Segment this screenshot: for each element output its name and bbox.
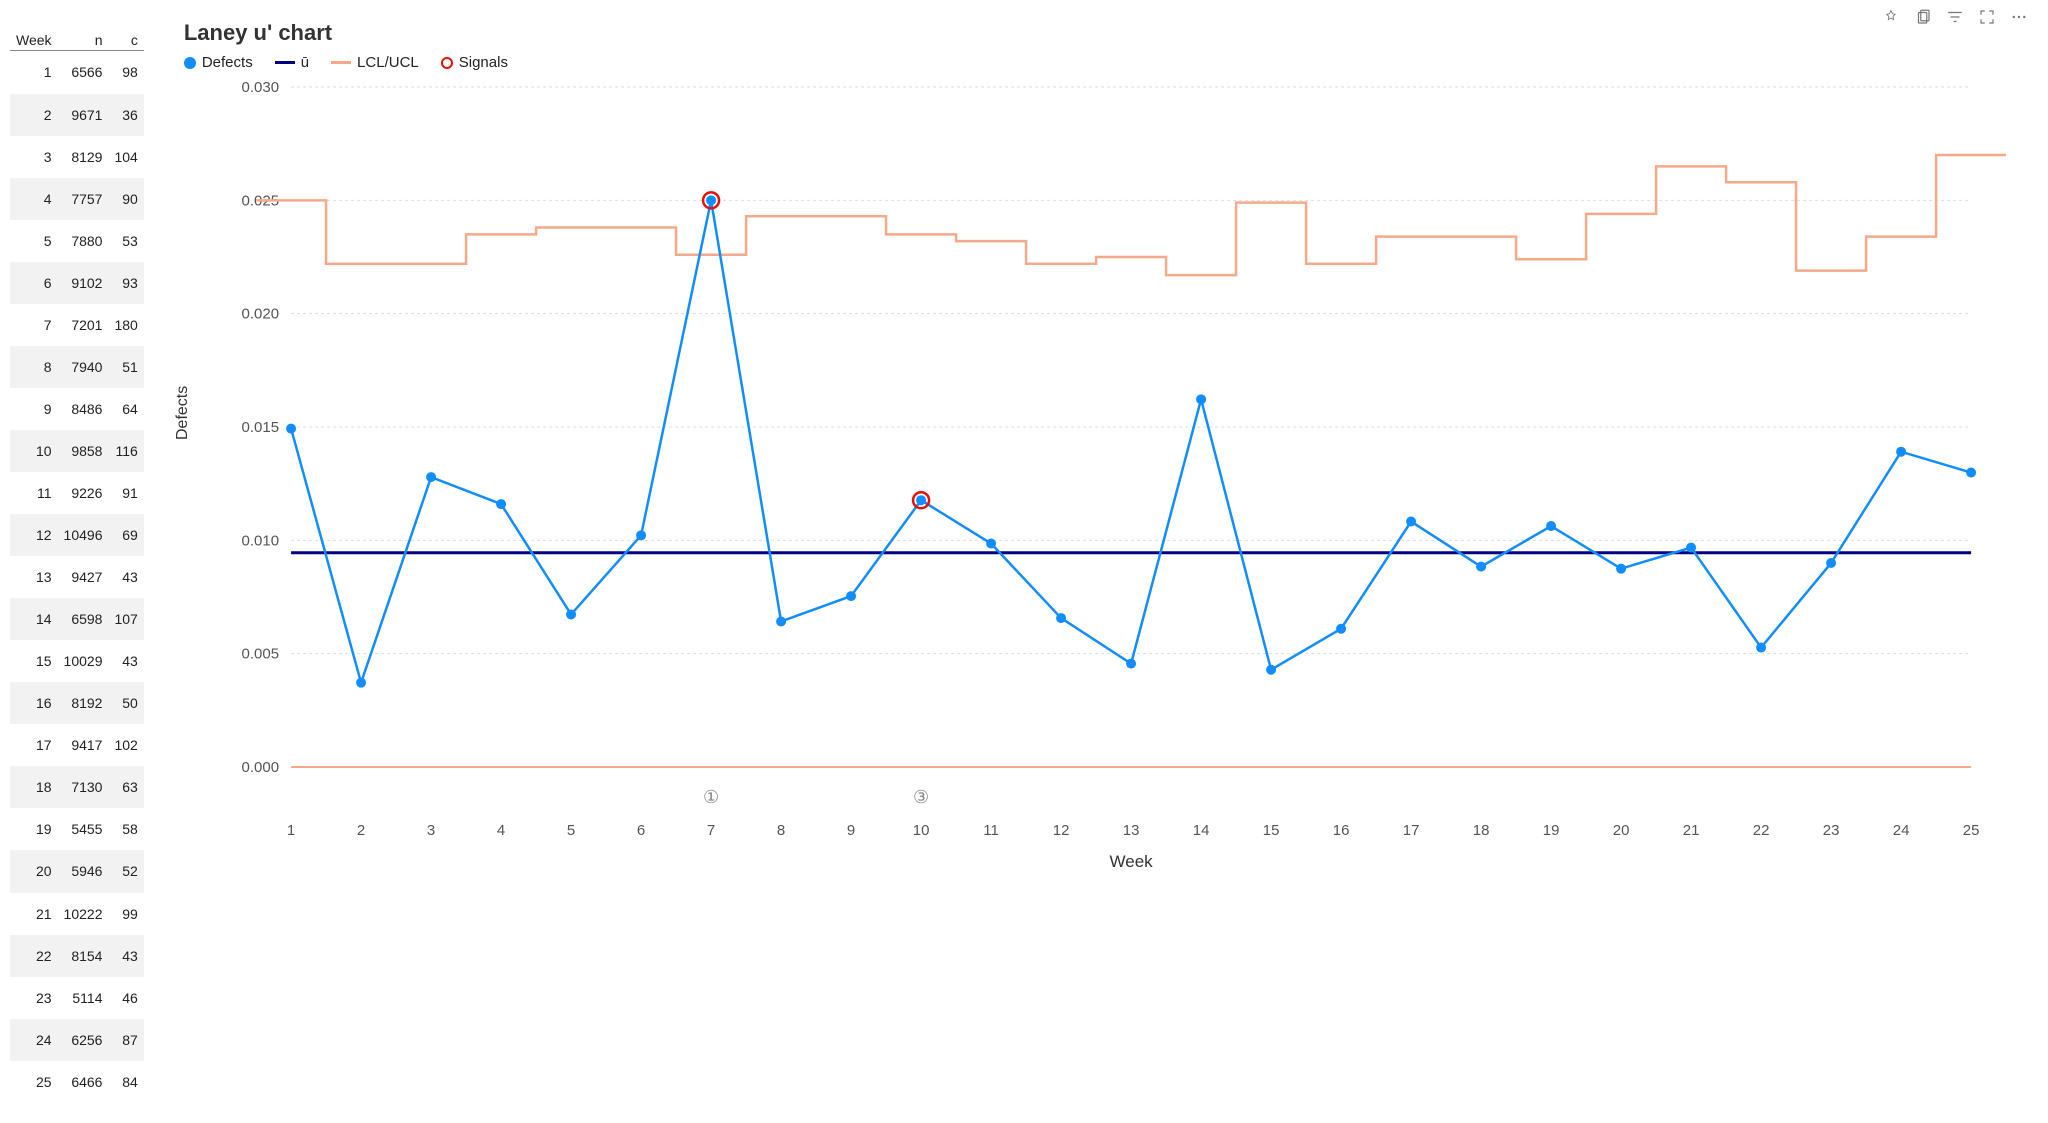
table-row[interactable]: 16819250 (10, 682, 144, 724)
x-tick: 14 (1193, 822, 1210, 839)
defects-point[interactable] (916, 495, 926, 505)
y-tick: 0.010 (241, 532, 279, 549)
table-row[interactable]: 5788053 (10, 220, 144, 262)
col-n[interactable]: n (58, 30, 109, 51)
y-tick: 0.000 (241, 759, 279, 776)
y-axis-label: Defects (174, 386, 192, 440)
defects-line (291, 200, 1971, 682)
x-tick: 5 (567, 822, 575, 839)
x-tick: 22 (1753, 822, 1770, 839)
defects-point[interactable] (286, 424, 296, 434)
table-row[interactable]: 11922691 (10, 472, 144, 514)
rule-badge: ① (703, 787, 719, 807)
defects-point[interactable] (1056, 613, 1066, 623)
table-row[interactable]: 8794051 (10, 346, 144, 388)
x-tick: 7 (707, 822, 715, 839)
x-tick: 13 (1123, 822, 1140, 839)
defects-point[interactable] (356, 678, 366, 688)
x-tick: 17 (1403, 822, 1420, 839)
chart-title: Laney u' chart (184, 20, 2018, 46)
table-row[interactable]: 109858116 (10, 430, 144, 472)
table-row[interactable]: 179417102 (10, 724, 144, 766)
x-tick: 6 (637, 822, 645, 839)
table-row[interactable]: 211022299 (10, 893, 144, 935)
defects-point[interactable] (1196, 394, 1206, 404)
x-tick: 18 (1473, 822, 1490, 839)
defects-point[interactable] (1686, 543, 1696, 553)
y-tick: 0.005 (241, 646, 279, 663)
table-row[interactable]: 146598107 (10, 598, 144, 640)
defects-point[interactable] (1546, 521, 1556, 531)
table-row[interactable]: 6910293 (10, 262, 144, 304)
legend-lclucl[interactable]: LCL/UCL (331, 54, 419, 71)
x-tick: 20 (1613, 822, 1630, 839)
defects-point[interactable] (1336, 624, 1346, 634)
defects-point[interactable] (496, 499, 506, 509)
table-row[interactable]: 38129104 (10, 136, 144, 178)
x-tick: 1 (287, 822, 295, 839)
table-row[interactable]: 18713063 (10, 766, 144, 808)
table-row[interactable]: 121049669 (10, 514, 144, 556)
x-tick: 25 (1963, 822, 1980, 839)
y-tick: 0.020 (241, 306, 279, 323)
ucl-step (256, 155, 2006, 275)
legend-signals[interactable]: Signals (441, 54, 508, 71)
defects-point[interactable] (1476, 562, 1486, 572)
table-row[interactable]: 9848664 (10, 388, 144, 430)
x-tick: 2 (357, 822, 365, 839)
x-tick: 10 (913, 822, 930, 839)
legend-defects[interactable]: Defects (184, 54, 253, 71)
table-row[interactable]: 77201180 (10, 304, 144, 346)
x-axis-label: Week (1109, 852, 1153, 871)
x-tick: 4 (497, 822, 505, 839)
y-tick: 0.030 (241, 79, 279, 96)
y-tick: 0.015 (241, 419, 279, 436)
table-row[interactable]: 20594652 (10, 850, 144, 892)
table-row[interactable]: 19545558 (10, 808, 144, 850)
x-tick: 8 (777, 822, 785, 839)
defects-point[interactable] (846, 591, 856, 601)
table-row[interactable]: 1656698 (10, 51, 144, 94)
x-tick: 23 (1823, 822, 1840, 839)
defects-point[interactable] (1756, 643, 1766, 653)
control-chart[interactable]: 0.0000.0050.0100.0150.0200.0250.03012345… (184, 77, 2018, 877)
defects-point[interactable] (1126, 659, 1136, 669)
legend-ubar[interactable]: ū (275, 54, 309, 71)
table-row[interactable]: 2967136 (10, 94, 144, 136)
col-c[interactable]: c (108, 30, 143, 51)
table-row[interactable]: 13942743 (10, 556, 144, 598)
rule-badge: ③ (913, 787, 929, 807)
x-tick: 19 (1543, 822, 1560, 839)
table-row[interactable]: 4775790 (10, 178, 144, 220)
defects-point[interactable] (1826, 558, 1836, 568)
defects-point[interactable] (1966, 468, 1976, 478)
defects-point[interactable] (1406, 517, 1416, 527)
defects-point[interactable] (1266, 665, 1276, 675)
defects-point[interactable] (776, 616, 786, 626)
x-tick: 24 (1893, 822, 1910, 839)
x-tick: 9 (847, 822, 855, 839)
x-tick: 21 (1683, 822, 1700, 839)
defects-point[interactable] (706, 195, 716, 205)
table-row[interactable]: 24625687 (10, 1019, 144, 1061)
x-tick: 3 (427, 822, 435, 839)
defects-point[interactable] (1616, 564, 1626, 574)
table-row[interactable]: 23511446 (10, 977, 144, 1019)
defects-point[interactable] (636, 530, 646, 540)
defects-point[interactable] (1896, 447, 1906, 457)
chart-panel: Laney u' chart Defects ū LCL/UCL Signals… (184, 20, 2018, 1103)
data-table[interactable]: Weeknc 165669829671363812910447757905788… (10, 30, 144, 1103)
col-week[interactable]: Week (10, 30, 58, 51)
legend: Defects ū LCL/UCL Signals (184, 54, 2018, 71)
table-row[interactable]: 22815443 (10, 935, 144, 977)
x-tick: 12 (1053, 822, 1070, 839)
x-tick: 15 (1263, 822, 1280, 839)
x-tick: 11 (983, 822, 999, 839)
table-row[interactable]: 25646684 (10, 1061, 144, 1103)
defects-point[interactable] (566, 609, 576, 619)
table-row[interactable]: 151002943 (10, 640, 144, 682)
defects-point[interactable] (426, 472, 436, 482)
defects-point[interactable] (986, 539, 996, 549)
x-tick: 16 (1333, 822, 1350, 839)
